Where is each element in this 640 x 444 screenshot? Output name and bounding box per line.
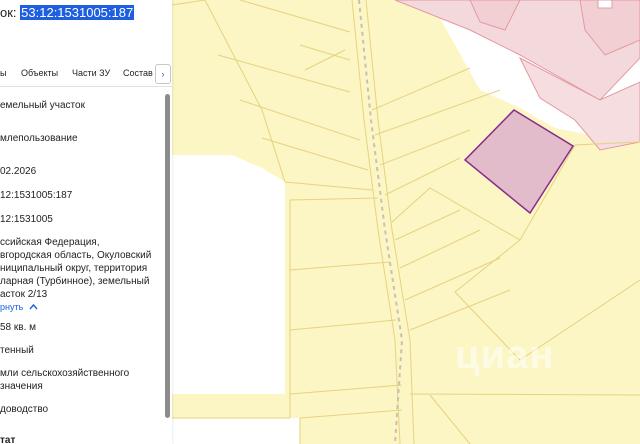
- field-category-line: мли сельскохозяйственного: [0, 368, 130, 379]
- field-permitted-use: доводство: [0, 404, 49, 415]
- panel-header: ок: 53:12:1531005:187: [0, 5, 135, 20]
- tab-objects[interactable]: Объекты: [21, 68, 58, 78]
- panel-scrollbar[interactable]: [165, 94, 170, 418]
- collapse-link[interactable]: рнуть: [0, 301, 38, 314]
- field-address-line: ниципальный округ, территория: [0, 263, 148, 274]
- field-use: млепользование: [0, 133, 78, 144]
- watermark: циан: [455, 333, 555, 377]
- field-type: емельный участок: [0, 100, 85, 111]
- chevron-up-icon: [29, 303, 38, 310]
- field-area: 58 кв. м: [0, 322, 37, 333]
- collapse-link-label: рнуть: [0, 302, 24, 312]
- field-date: 02.2026: [0, 166, 37, 177]
- header-prefix: ок:: [0, 5, 17, 20]
- tab-parts[interactable]: Части ЗУ: [72, 68, 110, 78]
- info-panel: ок: 53:12:1531005:187 ы Объекты Части ЗУ…: [0, 0, 172, 444]
- field-address-line: асток 2/13: [0, 289, 48, 300]
- field-address-line: вгородская область, Окуловский: [0, 250, 152, 261]
- field-status: тенный: [0, 345, 34, 356]
- tab-info[interactable]: ы: [0, 68, 6, 78]
- chevron-right-icon: ›: [161, 69, 165, 79]
- field-address-line: ларная (Турбинное), земельный: [0, 276, 150, 287]
- field-number: 12:1531005:187: [0, 190, 73, 201]
- field-category-line: значения: [0, 381, 43, 392]
- tabs-next-button[interactable]: ›: [155, 64, 171, 84]
- cadastral-number[interactable]: 53:12:1531005:187: [20, 5, 135, 20]
- tab-bar: ы Объекты Части ЗУ Состав ›: [0, 60, 172, 87]
- field-address-line: ссийская Федерация,: [0, 237, 100, 248]
- field-quarter: 12:1531005: [0, 214, 53, 225]
- tab-composition[interactable]: Состав: [123, 68, 153, 78]
- field-section-heading: тат: [0, 435, 16, 444]
